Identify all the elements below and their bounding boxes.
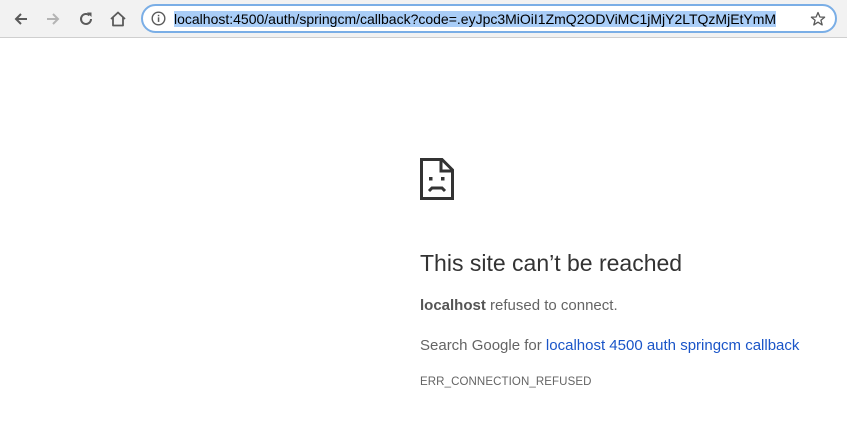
back-button[interactable] <box>8 6 34 32</box>
browser-toolbar: localhost:4500/auth/springcm/callback?co… <box>0 0 847 38</box>
url-selection: localhost:4500/auth/springcm/callback?co… <box>174 11 777 27</box>
error-title: This site can’t be reached <box>420 250 683 276</box>
address-bar-url[interactable]: localhost:4500/auth/springcm/callback?co… <box>174 11 800 27</box>
error-message-suffix: refused to connect. <box>490 297 618 314</box>
home-icon <box>110 11 126 27</box>
reload-icon <box>80 12 92 25</box>
star-icon[interactable] <box>810 11 826 27</box>
address-bar[interactable]: localhost:4500/auth/springcm/callback?co… <box>141 4 837 33</box>
info-icon[interactable] <box>151 11 166 26</box>
search-suggestion: Search Google for localhost 4500 auth sp… <box>420 337 799 354</box>
reload-button[interactable] <box>73 6 99 32</box>
sad-document-icon <box>420 158 454 200</box>
error-message: localhost refused to connect. <box>420 297 618 314</box>
error-host: localhost <box>420 297 486 314</box>
search-prefix: Search Google for <box>420 337 542 354</box>
search-link[interactable]: localhost 4500 auth springcm callback <box>546 337 799 354</box>
home-button[interactable] <box>105 6 131 32</box>
error-code: ERR_CONNECTION_REFUSED <box>420 376 592 388</box>
forward-arrow-icon <box>47 13 60 25</box>
forward-button[interactable] <box>40 6 66 32</box>
back-arrow-icon <box>14 13 27 25</box>
